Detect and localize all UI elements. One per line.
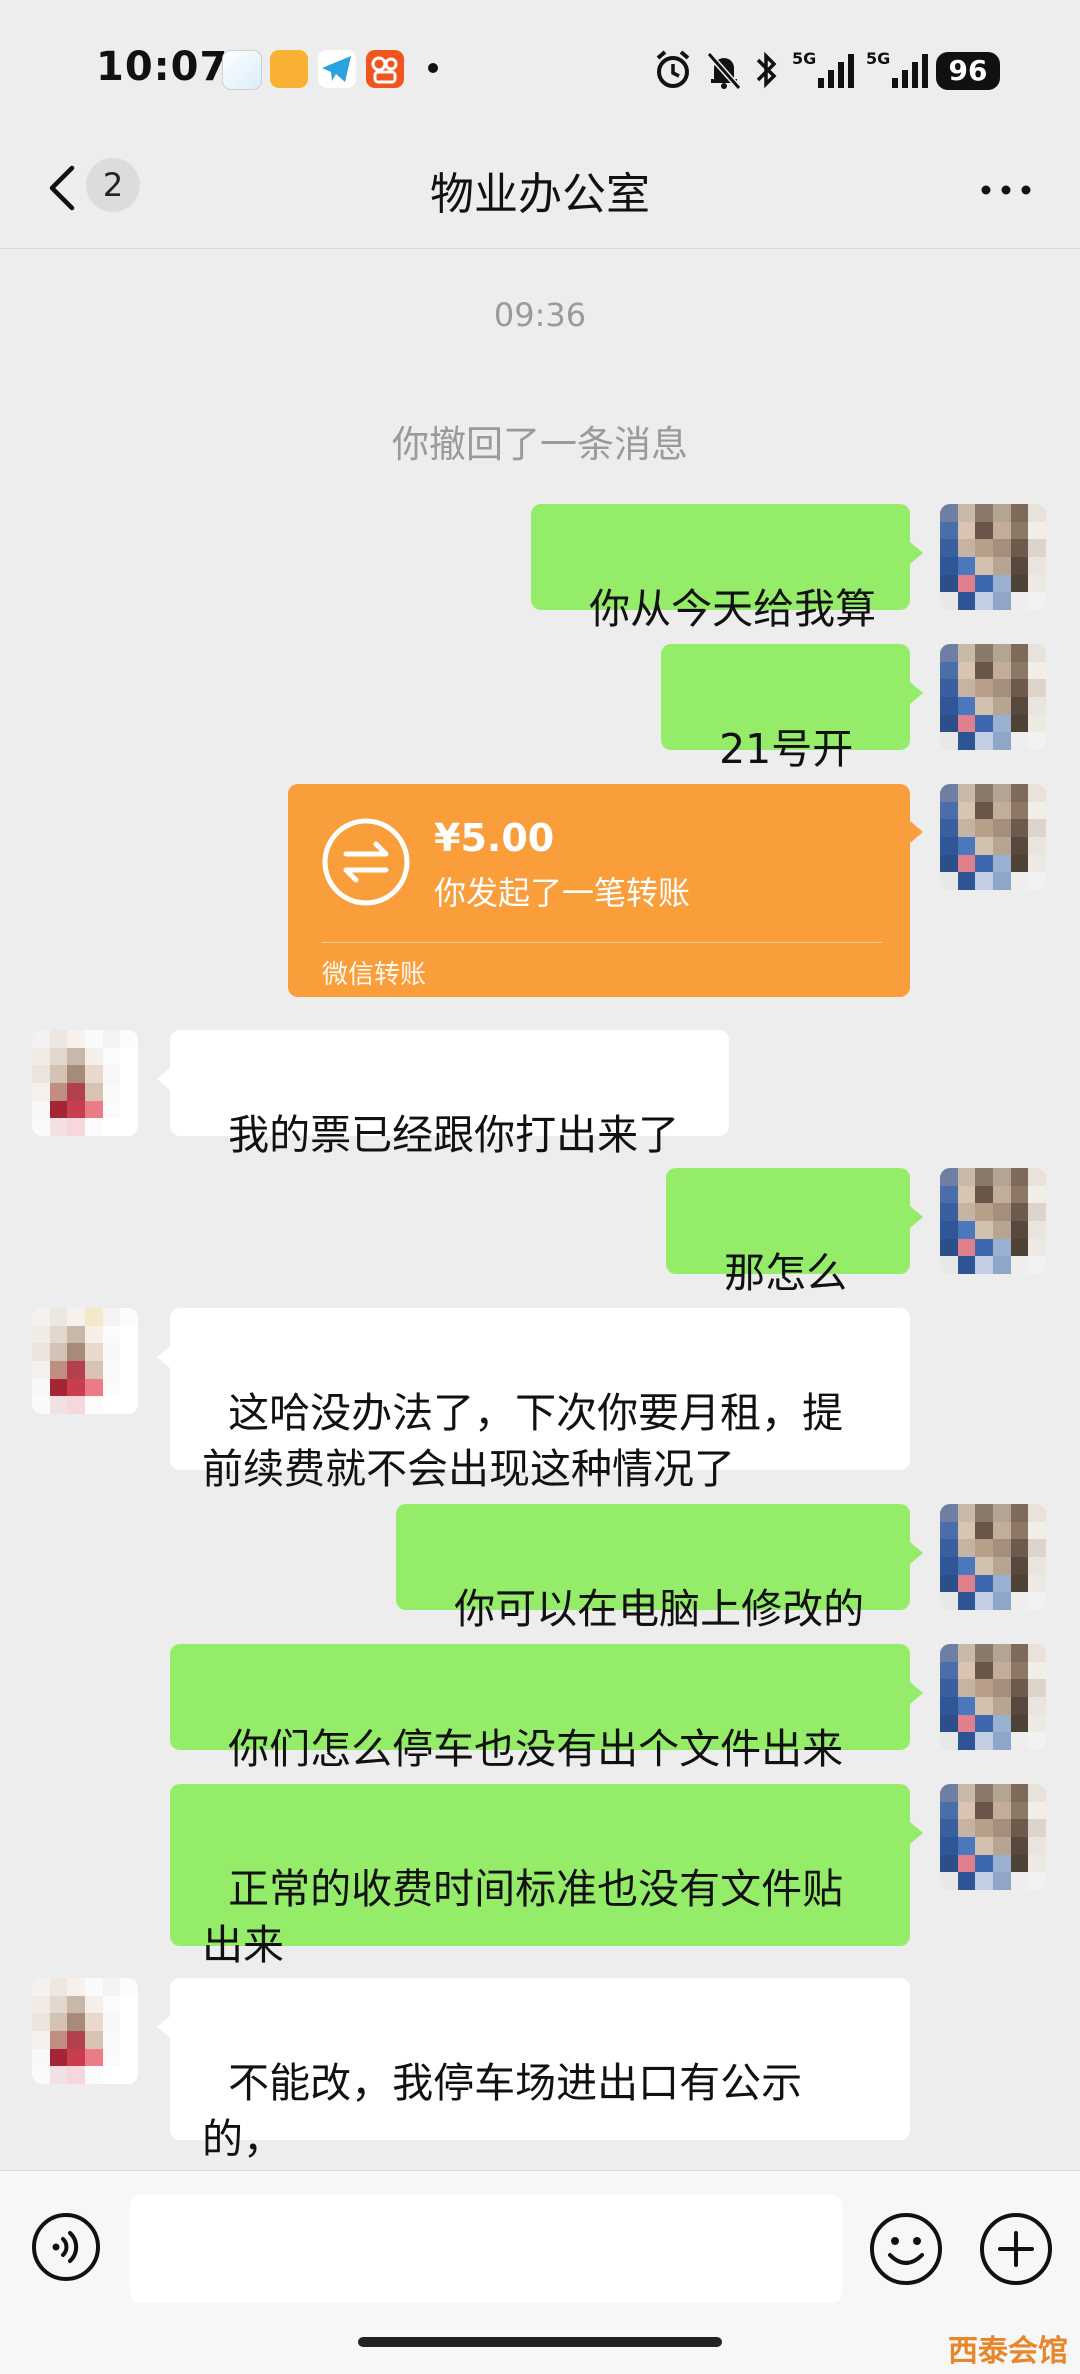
contact-avatar[interactable] xyxy=(32,1030,138,1136)
more-icon[interactable] xyxy=(976,160,1036,220)
message-text: 我的票已经跟你打出来了 xyxy=(228,1111,680,1159)
bubble-tail xyxy=(910,1682,923,1704)
bubble-tail xyxy=(157,2016,170,2038)
bubble-tail xyxy=(157,1346,170,1368)
message-bubble-sent[interactable]: 21号开始 xyxy=(661,644,923,829)
chat-header: 2 物业办公室 xyxy=(0,130,1080,249)
video-app-icon xyxy=(270,50,308,88)
message-bubble-sent[interactable]: 你可以在电脑上修改的 xyxy=(396,1504,923,1633)
timestamp: 09:36 xyxy=(493,296,587,334)
kuaishou-icon xyxy=(366,50,404,88)
message-text: 你可以在电脑上修改的 xyxy=(454,1585,865,1633)
message-bubble-sent[interactable]: 正常的收费时间标准也没有文件贴 出来 xyxy=(170,1784,923,1969)
message-input[interactable] xyxy=(130,2195,842,2303)
chat-title: 物业办公室 xyxy=(430,169,650,220)
my-avatar[interactable] xyxy=(940,784,1046,890)
svg-text:5G: 5G xyxy=(866,49,890,68)
message-text: 你们怎么停车也没有出个文件出来 xyxy=(228,1725,844,1773)
watermark: 西泰会馆 xyxy=(948,2334,1068,2369)
more-notifications-dot xyxy=(428,63,438,73)
contact-avatar[interactable] xyxy=(32,1978,138,2084)
transfer-amount: ¥5.00 xyxy=(434,816,555,860)
transfer-description: 你发起了一笔转账 xyxy=(434,874,691,912)
message-text: 正常的收费时间标准也没有文件贴 出来 xyxy=(202,1865,844,1969)
message-bubble-received[interactable]: 这哈没办法了，下次你要月租，提 前续费就不会出现这种情况了 xyxy=(157,1308,910,1493)
bubble-tail xyxy=(910,682,923,704)
my-avatar[interactable] xyxy=(940,504,1046,610)
transfer-arrows-icon xyxy=(322,818,410,906)
my-avatar[interactable] xyxy=(940,1644,1046,1750)
transfer-divider xyxy=(322,942,882,943)
bubble-tail xyxy=(910,1206,923,1228)
battery-indicator: 96 xyxy=(936,52,1000,90)
status-bar: 10:07 5G 5G 96 xyxy=(0,0,1080,130)
bluetooth-icon xyxy=(756,51,777,89)
telegram-icon xyxy=(318,50,356,88)
signal-5g-icon: 5G xyxy=(866,49,928,88)
my-avatar[interactable] xyxy=(940,1168,1046,1274)
message-bubble-sent[interactable]: 你从今天给我算 xyxy=(531,504,923,633)
bubble-tail xyxy=(910,1822,923,1844)
recall-notice: 你撤回了一条消息 xyxy=(392,423,688,466)
clock: 10:07 xyxy=(96,44,229,90)
bubble-tail xyxy=(910,542,923,564)
plus-icon[interactable] xyxy=(978,2211,1054,2287)
bubble-tail xyxy=(157,1068,170,1090)
home-indicator[interactable] xyxy=(358,2337,722,2347)
my-avatar[interactable] xyxy=(940,1784,1046,1890)
app-notification-icon xyxy=(222,50,262,90)
message-text: 这哈没办法了，下次你要月租，提 前续费就不会出现这种情况了 xyxy=(202,1389,844,1493)
my-avatar[interactable] xyxy=(940,644,1046,750)
my-avatar[interactable] xyxy=(940,1504,1046,1610)
message-bubble-received[interactable]: 不能改，我停车场进出口有公示的， 在一期出口 xyxy=(157,1978,910,2219)
voice-icon[interactable] xyxy=(30,2211,102,2283)
message-bubble-sent[interactable]: 那怎么办 xyxy=(666,1168,923,1353)
message-text: 你从今天给我算 xyxy=(589,585,877,633)
contact-avatar[interactable] xyxy=(32,1308,138,1414)
alarm-icon xyxy=(656,50,690,88)
mute-bell-icon xyxy=(706,52,742,90)
transfer-brand: 微信转账 xyxy=(322,960,427,990)
message-bubble-received[interactable]: 我的票已经跟你打出来了 xyxy=(157,1030,729,1159)
bubble-tail xyxy=(910,821,923,843)
emoji-icon[interactable] xyxy=(868,2211,944,2287)
svg-text:5G: 5G xyxy=(792,49,816,68)
transfer-card[interactable]: ¥5.00 你发起了一笔转账 微信转账 xyxy=(288,784,923,997)
bubble-tail xyxy=(910,1542,923,1564)
message-bubble-sent[interactable]: 你们怎么停车也没有出个文件出来 xyxy=(170,1644,923,1773)
signal-5g-icon: 5G xyxy=(792,49,854,88)
